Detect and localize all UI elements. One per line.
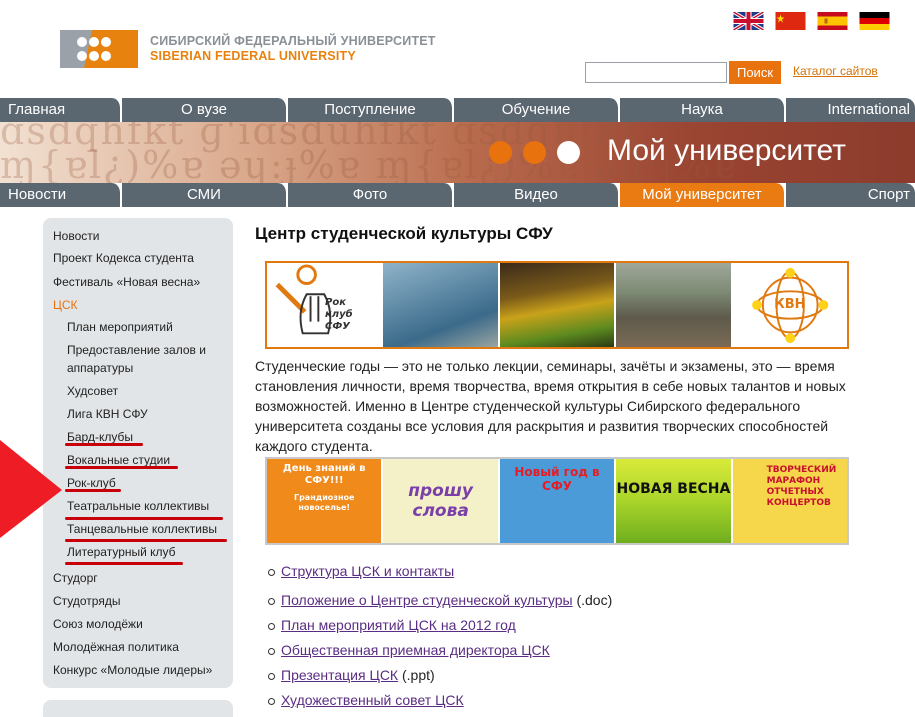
sidebar-item-events-plan[interactable]: План мероприятий bbox=[67, 318, 173, 336]
page: СИБИРСКИЙ ФЕДЕРАЛЬНЫЙ УНИВЕРСИТЕТ SIBERI… bbox=[0, 0, 915, 717]
page-title: Центр студенческой культуры СФУ bbox=[255, 224, 553, 243]
sidebar-item-youth-union[interactable]: Союз молодёжи bbox=[53, 615, 143, 633]
nav-photo[interactable]: Фото bbox=[288, 183, 454, 207]
sidebar-item-literary[interactable]: Литературный клуб bbox=[67, 543, 176, 561]
university-name: СИБИРСКИЙ ФЕДЕРАЛЬНЫЙ УНИВЕРСИТЕТ SIBERI… bbox=[150, 34, 436, 64]
kvn-label: КВН bbox=[774, 297, 806, 312]
poster-3-title: Новый год в СФУ bbox=[514, 465, 600, 493]
poster-marathon[interactable]: ТВОРЧЕСКИЙ МАРАФОН ОТЧЕТНЫХ КОНЦЕРТОВ bbox=[732, 459, 848, 543]
sidebar-item-kvn[interactable]: Лига КВН СФУ bbox=[67, 405, 148, 423]
sidebar-item-student-code[interactable]: Проект Кодекса студента bbox=[53, 249, 194, 267]
annotation-underline bbox=[65, 489, 121, 492]
nav-my-university[interactable]: Мой университет bbox=[620, 183, 786, 207]
nav-about[interactable]: О вузе bbox=[122, 98, 288, 122]
section-nav: Новости СМИ Фото Видео Мой университет С… bbox=[0, 183, 915, 207]
sidebar-item-young-leaders[interactable]: Конкурс «Молодые лидеры» bbox=[53, 661, 212, 679]
banner-dot-orange-2 bbox=[523, 141, 546, 164]
china-flag-icon[interactable] bbox=[775, 12, 806, 30]
sidebar-item-csc[interactable]: ЦСК bbox=[53, 296, 78, 314]
link-presentation[interactable]: Презентация ЦСК bbox=[281, 667, 398, 683]
nav-science[interactable]: Наука bbox=[620, 98, 786, 122]
sidebar-item-dance[interactable]: Танцевальные коллективы bbox=[67, 520, 217, 538]
list-item: Структура ЦСК и контакты bbox=[268, 562, 828, 580]
sfu-logo-icon[interactable] bbox=[56, 26, 142, 72]
annotation-underline bbox=[65, 443, 143, 446]
nav-news[interactable]: Новости bbox=[0, 183, 122, 207]
rock-club-label: Рок клуб СФУ bbox=[325, 297, 353, 332]
poster-prosu-slova[interactable]: прошу слова bbox=[383, 459, 500, 543]
list-item: Презентация ЦСК (.ppt) bbox=[268, 666, 828, 684]
nav-media[interactable]: СМИ bbox=[122, 183, 288, 207]
sidebar-item-studotryady[interactable]: Студотряды bbox=[53, 592, 120, 610]
catalog-link[interactable]: Каталог сайтов bbox=[793, 64, 878, 78]
sidebar-item-theatre[interactable]: Театральные коллективы bbox=[67, 497, 209, 515]
uk-flag-icon[interactable] bbox=[733, 12, 764, 30]
annotation-underline bbox=[65, 562, 183, 565]
sidebar-secondary bbox=[43, 700, 233, 717]
nav-video[interactable]: Видео bbox=[454, 183, 620, 207]
logo-line-en: SIBERIAN FEDERAL UNIVERSITY bbox=[150, 49, 356, 63]
main-nav: Главная О вузе Поступление Обучение Наук… bbox=[0, 98, 915, 122]
poster-new-year[interactable]: Новый год в СФУ bbox=[499, 459, 617, 543]
germany-flag-icon[interactable] bbox=[859, 12, 890, 30]
sidebar-item-youth-policy[interactable]: Молодёжная политика bbox=[53, 638, 179, 656]
list-item: План мероприятий ЦСК на 2012 год bbox=[268, 616, 828, 634]
link-suffix: (.ppt) bbox=[398, 667, 435, 683]
poster-knowledge-day[interactable]: День знаний в СФУ!!! Грандиозное новосел… bbox=[267, 459, 384, 543]
banner-dot-white bbox=[557, 141, 580, 164]
logo-line-ru: СИБИРСКИЙ ФЕДЕРАЛЬНЫЙ УНИВЕРСИТЕТ bbox=[150, 34, 436, 48]
nav-sport[interactable]: Спорт bbox=[786, 183, 915, 207]
sidebar-item-new-spring[interactable]: Фестиваль «Новая весна» bbox=[53, 273, 200, 291]
search-button[interactable]: Поиск bbox=[729, 61, 781, 84]
list-item: Положение о Центре студенческой культуры… bbox=[268, 591, 828, 609]
poster-1-subtitle: Грандиозное новоселье! bbox=[293, 493, 355, 512]
link-suffix: (.doc) bbox=[572, 592, 613, 608]
search-input[interactable] bbox=[585, 62, 727, 83]
nav-admission[interactable]: Поступление bbox=[288, 98, 454, 122]
list-item: Общественная приемная директора ЦСК bbox=[268, 641, 828, 659]
annotation-underline bbox=[65, 539, 227, 542]
intro-text: Студенческие годы — это не только лекции… bbox=[255, 358, 846, 454]
nav-education[interactable]: Обучение bbox=[454, 98, 620, 122]
spain-flag-icon[interactable] bbox=[817, 12, 848, 30]
photo-group[interactable] bbox=[616, 263, 733, 347]
sidebar-item-news[interactable]: Новости bbox=[53, 227, 99, 245]
sidebar-item-art-council[interactable]: Худсовет bbox=[67, 382, 118, 400]
banner-title: Мой университет bbox=[607, 134, 846, 167]
language-flags bbox=[733, 12, 890, 30]
poster-4-title: НОВАЯ ВЕСНА bbox=[616, 481, 731, 497]
link-events-plan-2012[interactable]: План мероприятий ЦСК на 2012 год bbox=[281, 617, 516, 633]
poster-new-spring[interactable]: НОВАЯ ВЕСНА bbox=[616, 459, 733, 543]
rock-club-logo[interactable]: Рок клуб СФУ bbox=[267, 263, 384, 347]
sidebar-item-halls-cont[interactable]: аппаратуры bbox=[67, 359, 133, 377]
photo-strip: Рок клуб СФУ КВН bbox=[265, 261, 849, 349]
link-regulation[interactable]: Положение о Центре студенческой культуры bbox=[281, 592, 573, 608]
poster-2-title: прошу слова bbox=[408, 481, 473, 521]
banner-dot-orange bbox=[489, 141, 512, 164]
poster-strip: День знаний в СФУ!!! Грандиозное новосел… bbox=[265, 457, 849, 545]
nav-international[interactable]: International bbox=[786, 98, 915, 122]
nav-home[interactable]: Главная bbox=[0, 98, 122, 122]
link-structure-contacts[interactable]: Структура ЦСК и контакты bbox=[281, 563, 454, 579]
photo-dancers[interactable] bbox=[383, 263, 500, 347]
annotation-arrow-icon bbox=[0, 440, 62, 538]
annotation-underline bbox=[65, 466, 178, 469]
link-reception[interactable]: Общественная приемная директора ЦСК bbox=[281, 642, 550, 658]
kvn-logo[interactable]: КВН bbox=[732, 263, 848, 347]
annotation-underline bbox=[65, 517, 223, 520]
sidebar-item-studorg[interactable]: Студорг bbox=[53, 569, 98, 587]
list-item: Художественный совет ЦСК bbox=[268, 691, 828, 709]
photo-performance[interactable] bbox=[499, 263, 617, 347]
sidebar-item-halls[interactable]: Предоставление залов и bbox=[67, 341, 206, 359]
link-art-council[interactable]: Художественный совет ЦСК bbox=[281, 692, 464, 708]
document-links: Структура ЦСК и контакты Положение о Цен… bbox=[268, 562, 828, 709]
poster-5-title: ТВОРЧЕСКИЙ МАРАФОН ОТЧЕТНЫХ КОНЦЕРТОВ bbox=[766, 465, 837, 508]
section-banner: ɑsdqhfkt ɡ'iɑsduhfkt ɑsdqhfkt ɱ{ɐl¿)%ɐ ǝɥ… bbox=[0, 122, 915, 183]
poster-1-title: День знаний в СФУ!!! bbox=[282, 463, 366, 486]
